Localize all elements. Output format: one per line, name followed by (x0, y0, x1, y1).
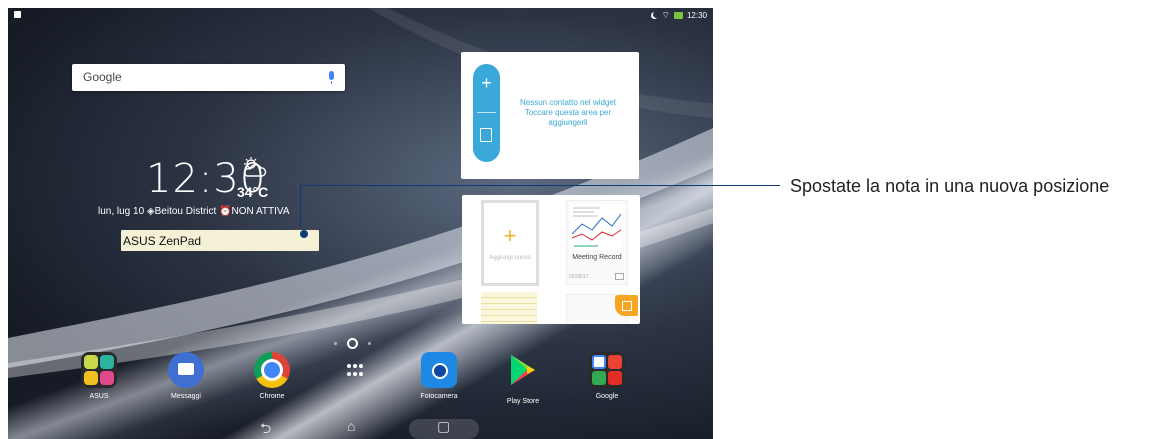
add-note-label: Aggiungi nuovo (489, 255, 531, 261)
microphone-icon[interactable] (329, 71, 334, 84)
page-indicator (334, 338, 371, 349)
plus-icon: + (503, 223, 517, 248)
google-search-bar[interactable]: Google (72, 64, 345, 91)
wifi-icon: ⌔ (661, 10, 670, 20)
app-label: Messaggi (171, 393, 201, 400)
gallery-notification-icon (14, 11, 21, 18)
quick-memo-note[interactable]: ASUS ZenPad (121, 230, 319, 251)
app-fotocamera[interactable]: Fotocamera (404, 352, 474, 400)
meeting-note-card[interactable]: Meeting Record 02/06/17 (566, 200, 628, 285)
app-drawer[interactable] (320, 352, 390, 393)
note-thumbnail (570, 204, 623, 250)
app-label: Google (595, 393, 619, 400)
app-label: Fotocamera (420, 393, 458, 400)
app-messaggi[interactable]: Messaggi (151, 352, 221, 400)
note-drag-handle[interactable] (300, 230, 308, 238)
add-contact-icon[interactable]: + (473, 74, 500, 92)
app-play-store[interactable]: Play Store (488, 352, 558, 405)
app-label: Chrome (259, 393, 285, 400)
edit-contacts-icon[interactable] (480, 128, 492, 142)
lined-note-card[interactable] (481, 292, 537, 324)
chrome-icon (254, 352, 290, 388)
messages-icon (168, 352, 204, 388)
home-icon[interactable]: ⌂ (347, 418, 355, 434)
asus-folder-icon (81, 352, 117, 388)
app-label: ASUS (89, 393, 109, 400)
play-store-icon (511, 355, 535, 385)
callout-line (300, 185, 780, 186)
tablet-screen: ⌔ 12:30 Google 12:30 34°C lun, lug 10 ◈B… (8, 8, 713, 439)
camera-icon (421, 352, 457, 388)
meeting-note-title: Meeting Record (572, 254, 622, 261)
app-drawer-icon (337, 352, 373, 388)
google-logo: Google (83, 70, 122, 84)
partly-cloudy-icon (244, 157, 267, 177)
google-folder-icon (589, 352, 625, 388)
navigation-bar: ⮌ ⌂ ▢ (8, 416, 713, 439)
temperature: 34°C (237, 184, 269, 200)
recents-icon[interactable]: ▢ (437, 418, 450, 435)
page-dot-active (347, 338, 358, 349)
add-note-card[interactable]: + Aggiungi nuovo (481, 200, 539, 286)
date-location-alarm: lun, lug 10 ◈Beitou District ⏰NON ATTIVA (98, 206, 290, 217)
app-asus-folder[interactable]: ASUS (64, 352, 134, 400)
app-chrome[interactable]: Chrome (237, 352, 307, 400)
contacts-widget[interactable]: + Nessun contatto nel widget Toccare que… (461, 52, 639, 179)
note-type-icon (615, 273, 624, 280)
meeting-note-date: 02/06/17 (569, 274, 589, 280)
app-dock: ASUS Messaggi Chrome Fotocamera Play Sto… (8, 352, 713, 408)
note-text: ASUS ZenPad (123, 234, 202, 248)
page-dot (368, 342, 371, 345)
app-google-folder[interactable]: Google (572, 352, 642, 400)
do-not-disturb-icon (653, 11, 660, 18)
status-bar: ⌔ 12:30 (8, 8, 713, 24)
back-icon[interactable]: ⮌ (260, 418, 271, 439)
page-dot (334, 342, 337, 345)
divider (477, 112, 496, 113)
battery-icon (673, 12, 683, 19)
app-label: Play Store (506, 398, 540, 405)
callout-text: Spostate la nota in una nuova posizione (790, 176, 1110, 196)
notes-widget[interactable]: + Aggiungi nuovo Meeting Record 02/06/17 (462, 195, 640, 324)
empty-contacts-message[interactable]: Nessun contatto nel widget Toccare quest… (505, 98, 631, 128)
notes-widget-menu-icon[interactable] (615, 295, 638, 316)
callout-connector (300, 185, 301, 227)
status-time: 12:30 (686, 11, 707, 20)
contacts-action-bar: + (473, 64, 500, 162)
